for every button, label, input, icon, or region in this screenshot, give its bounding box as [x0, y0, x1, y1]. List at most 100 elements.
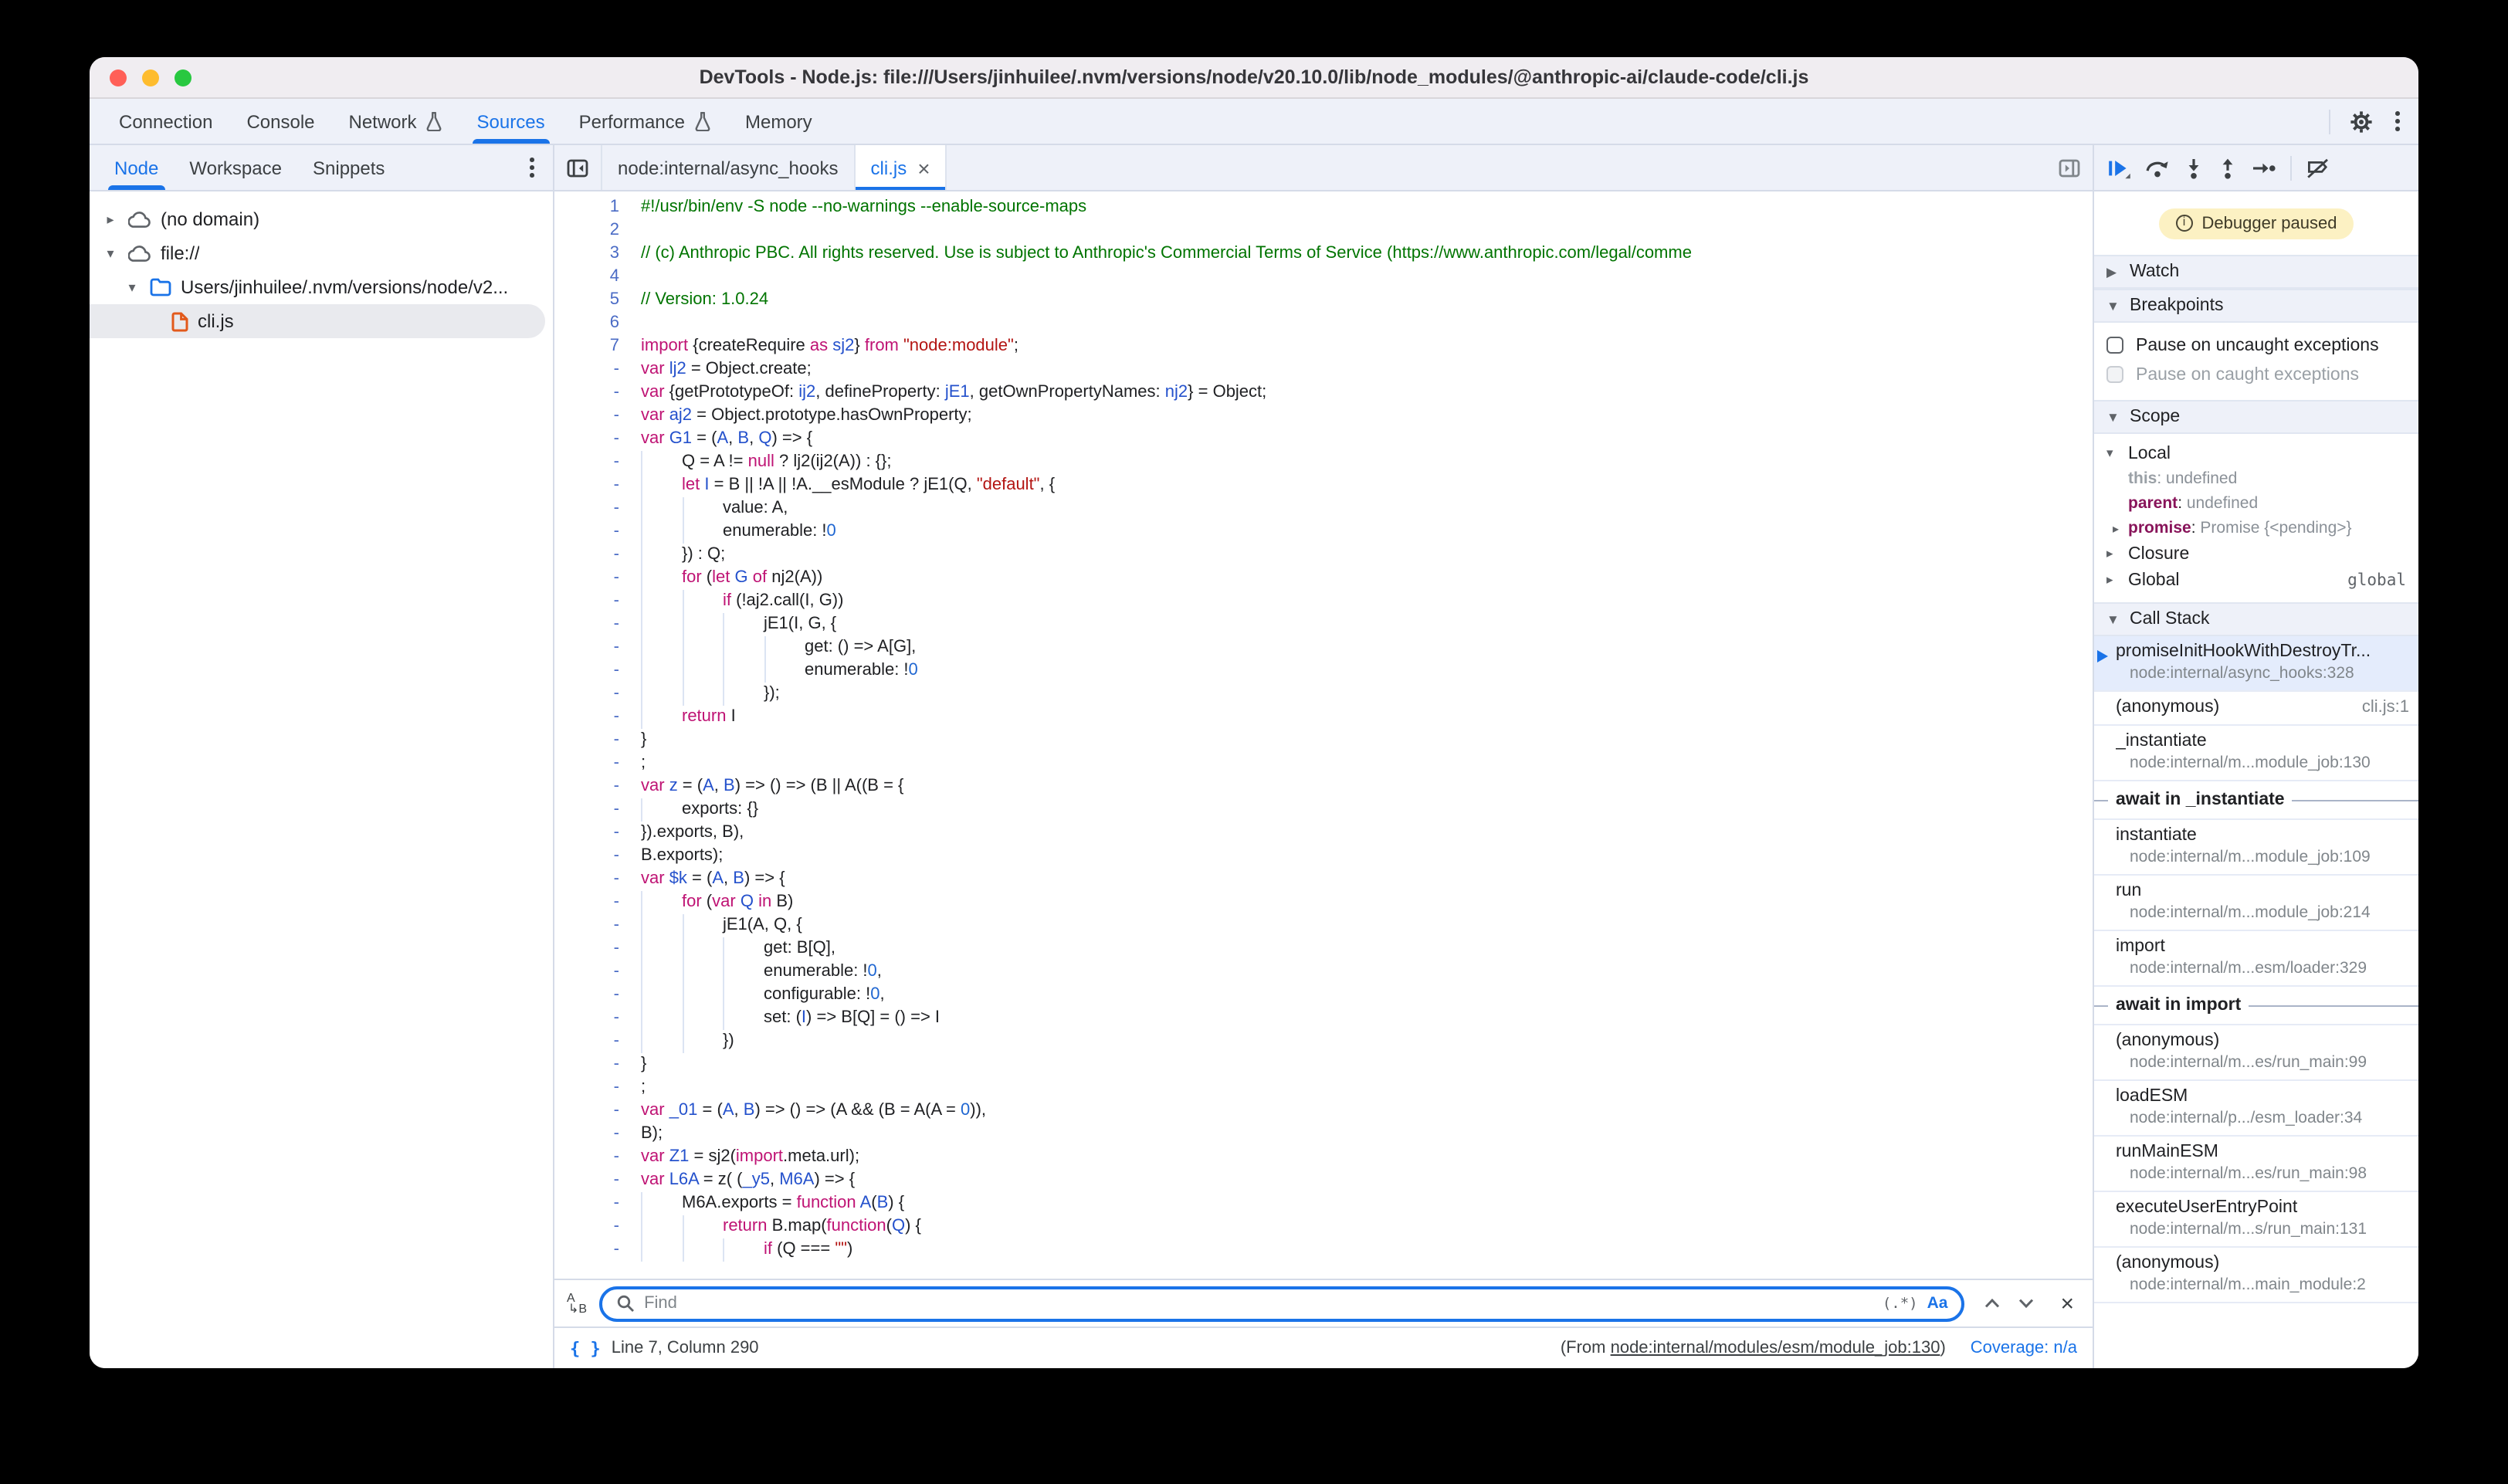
scope-local-group[interactable]: ▾ Local	[2094, 440, 2418, 466]
line-number[interactable]: -	[567, 1238, 619, 1262]
call-stack-frame[interactable]: runMainESMnode:internal/m...es/run_main:…	[2094, 1137, 2418, 1192]
replace-toggle-icon[interactable]: A↳B	[567, 1293, 587, 1314]
line-number[interactable]: -	[567, 474, 619, 497]
tab-network[interactable]: Network	[332, 99, 460, 144]
call-stack-frame[interactable]: executeUserEntryPointnode:internal/m...s…	[2094, 1192, 2418, 1248]
panel-toggle-icon[interactable]	[2059, 145, 2093, 190]
line-number[interactable]: -	[567, 1099, 619, 1123]
line-number[interactable]: -	[567, 868, 619, 891]
navigator-tab-workspace[interactable]: Workspace	[174, 145, 297, 190]
deactivate-breakpoints-icon[interactable]	[2306, 157, 2330, 178]
line-number[interactable]: -	[567, 358, 619, 381]
line-number[interactable]: -	[567, 381, 619, 405]
find-input[interactable]	[644, 1294, 1873, 1313]
call-stack-frame[interactable]: loadESMnode:internal/p.../esm_loader:34	[2094, 1081, 2418, 1137]
line-number[interactable]: -	[567, 752, 619, 775]
call-stack-frame[interactable]: (anonymous)node:internal/m...main_module…	[2094, 1248, 2418, 1303]
line-number[interactable]: 4	[567, 266, 619, 289]
chevron-down-icon[interactable]: ▾	[124, 279, 141, 296]
zoom-window-button[interactable]	[175, 69, 191, 86]
breakpoints-section-header[interactable]: ▼ Breakpoints	[2094, 289, 2418, 323]
line-number[interactable]: -	[567, 1192, 619, 1215]
scope-section-header[interactable]: ▼ Scope	[2094, 400, 2418, 434]
line-number[interactable]: 6	[567, 312, 619, 335]
line-number[interactable]: 2	[567, 219, 619, 242]
find-close-icon[interactable]: ×	[2054, 1290, 2080, 1316]
line-number[interactable]: -	[567, 891, 619, 914]
find-next-icon[interactable]	[2017, 1297, 2035, 1310]
line-number[interactable]: -	[567, 961, 619, 984]
line-number[interactable]: -	[567, 1146, 619, 1169]
find-previous-icon[interactable]	[1983, 1297, 2001, 1310]
tree-item--no-domain-[interactable]: ▸(no domain)	[90, 202, 553, 236]
line-number[interactable]: -	[567, 405, 619, 428]
line-number[interactable]: -	[567, 775, 619, 798]
call-stack-frame[interactable]: (anonymous)cli.js:1	[2094, 692, 2418, 726]
scope-closure-group[interactable]: ▸ Closure	[2094, 540, 2418, 567]
line-number[interactable]: -	[567, 636, 619, 659]
regex-toggle-icon[interactable]: (.*)	[1883, 1295, 1918, 1312]
line-number[interactable]: -	[567, 845, 619, 868]
chevron-down-icon[interactable]: ▾	[102, 245, 119, 262]
line-number[interactable]: -	[567, 497, 619, 520]
navigator-more-icon[interactable]	[527, 154, 537, 181]
navigator-tab-snippets[interactable]: Snippets	[297, 145, 400, 190]
scope-global-group[interactable]: ▸ Global global	[2094, 567, 2418, 593]
navigator-tab-node[interactable]: Node	[99, 145, 174, 190]
line-number[interactable]: -	[567, 1123, 619, 1146]
call-stack-frame[interactable]: promiseInitHookWithDestroyTr...node:inte…	[2094, 636, 2418, 692]
settings-gear-icon[interactable]	[2349, 109, 2374, 134]
call-stack-frame[interactable]: (anonymous)node:internal/m...es/run_main…	[2094, 1025, 2418, 1081]
match-case-toggle-icon[interactable]: Aa	[1927, 1294, 1948, 1313]
tab-performance[interactable]: Performance	[562, 99, 728, 144]
coverage-link[interactable]: Coverage: n/a	[1971, 1339, 2077, 1357]
line-number[interactable]: 1	[567, 196, 619, 219]
tree-item-file-[interactable]: ▾file://	[90, 236, 553, 270]
call-stack-frame[interactable]: _instantiatenode:internal/m...module_job…	[2094, 726, 2418, 781]
tab-sources[interactable]: Sources	[460, 99, 562, 144]
line-number[interactable]: -	[567, 914, 619, 937]
line-number[interactable]: -	[567, 520, 619, 544]
tab-memory[interactable]: Memory	[728, 99, 829, 144]
step-over-button[interactable]	[2145, 158, 2170, 178]
line-number[interactable]: -	[567, 984, 619, 1007]
collapse-sidebar-icon[interactable]	[554, 145, 602, 190]
line-number[interactable]: -	[567, 798, 619, 822]
line-number[interactable]: -	[567, 1030, 619, 1053]
line-number[interactable]: -	[567, 683, 619, 706]
minimize-window-button[interactable]	[142, 69, 159, 86]
call-stack-frame[interactable]: runnode:internal/m...module_job:214	[2094, 876, 2418, 931]
step-out-button[interactable]	[2218, 157, 2238, 178]
line-number[interactable]: -	[567, 937, 619, 961]
line-number[interactable]: 7	[567, 335, 619, 358]
line-number[interactable]: -	[567, 1076, 619, 1099]
line-number[interactable]: -	[567, 822, 619, 845]
line-number[interactable]: -	[567, 659, 619, 683]
line-number[interactable]: -	[567, 729, 619, 752]
call-stack-frame[interactable]: importnode:internal/m...esm/loader:329	[2094, 931, 2418, 987]
line-number[interactable]: -	[567, 1007, 619, 1030]
call-stack-frame[interactable]: instantiatenode:internal/m...module_job:…	[2094, 820, 2418, 876]
line-number[interactable]: -	[567, 590, 619, 613]
step-into-button[interactable]	[2184, 157, 2204, 178]
line-number[interactable]: 5	[567, 289, 619, 312]
call-stack-section-header[interactable]: ▼ Call Stack	[2094, 602, 2418, 636]
pause-caught-row[interactable]: Pause on caught exceptions	[2106, 360, 2406, 389]
scope-promise-entry[interactable]: ▸ promise: Promise {<pending>}	[2094, 516, 2418, 540]
pretty-print-icon[interactable]: { }	[570, 1338, 601, 1358]
more-options-icon[interactable]	[2392, 108, 2403, 135]
line-number[interactable]: -	[567, 451, 619, 474]
tree-item-cli-js[interactable]: cli.js	[90, 304, 545, 338]
line-number[interactable]: -	[567, 1215, 619, 1238]
line-number[interactable]: 3	[567, 242, 619, 266]
tree-item-users-jinhuilee-nvm-versions-node-v2-[interactable]: ▾Users/jinhuilee/.nvm/versions/node/v2..…	[90, 270, 553, 304]
tab-console[interactable]: Console	[229, 99, 331, 144]
tab-connection[interactable]: Connection	[102, 99, 229, 144]
chevron-right-icon[interactable]: ▸	[102, 211, 119, 228]
close-tab-icon[interactable]: ×	[917, 157, 930, 178]
resume-button[interactable]	[2106, 157, 2131, 178]
editor-tab-node-internal-async-hooks[interactable]: node:internal/async_hooks	[602, 145, 856, 190]
line-number[interactable]: -	[567, 567, 619, 590]
pause-caught-checkbox[interactable]	[2106, 366, 2123, 383]
code-editor[interactable]: 1#!/usr/bin/env -S node --no-warnings --…	[554, 191, 2093, 1279]
